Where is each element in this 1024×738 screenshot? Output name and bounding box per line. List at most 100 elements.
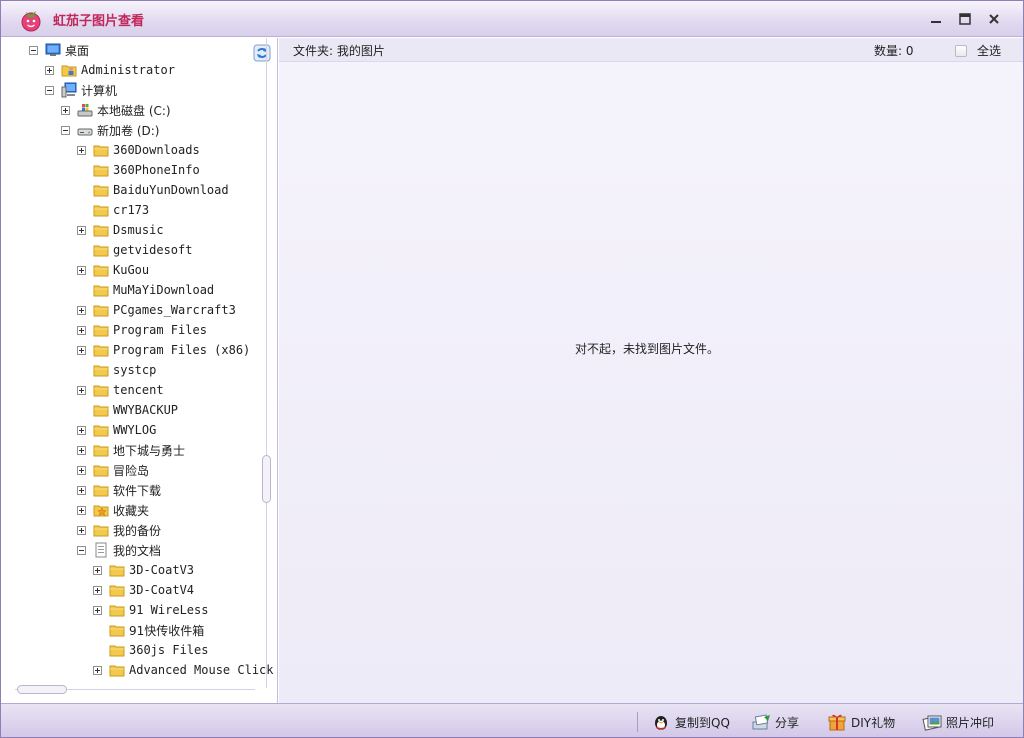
tree-item-label: WWYLOG [113,423,157,437]
computer-icon [61,82,77,98]
expand-plus-icon[interactable] [77,385,86,395]
tree-item[interactable]: tencent [77,380,164,400]
tree-item-label: Administrator [81,63,175,77]
expand-plus-icon[interactable] [77,145,86,155]
tree-item-label: 我的备份 [113,523,162,538]
photo-print-button[interactable]: 照片冲印 [922,712,994,732]
folder-icon [93,365,109,377]
tree-item[interactable]: BaiduYunDownload [77,180,229,200]
user-folder-icon [61,65,77,77]
collapse-minus-icon[interactable] [29,45,38,55]
expand-plus-icon[interactable] [77,525,86,535]
tree-item[interactable]: 91 WireLess [93,600,208,620]
expand-plus-icon[interactable] [93,605,102,615]
tree-item[interactable]: 360PhoneInfo [77,160,200,180]
tree-item[interactable]: getvidesoft [77,240,192,260]
expand-plus-icon[interactable] [45,65,54,75]
tree-item[interactable]: Program Files (x86) [77,340,250,360]
tomato-logo-icon [21,11,41,32]
expand-plus-icon[interactable] [61,105,70,115]
tree-item[interactable]: 360Downloads [77,140,200,160]
tree-item[interactable]: cr173 [77,200,149,220]
copy-to-qq-button[interactable]: 复制到QQ [651,712,730,732]
tree-item[interactable]: KuGou [77,260,149,280]
diy-gift-button[interactable]: DIY礼物 [827,712,895,732]
horizontal-scrollbar-thumb[interactable] [17,685,67,694]
checkbox-icon[interactable] [955,44,967,57]
empty-message: 对不起，未找到图片文件。 [575,342,720,356]
tree-item-label: 3D-CoatV4 [129,583,195,597]
expand-plus-icon[interactable] [77,305,86,315]
tree-item[interactable]: 3D-CoatV4 [93,580,194,600]
favorites-folder-icon [93,505,109,517]
title-bar: 虹茄子图片查看 [1,1,1023,37]
share-button[interactable]: 分享 [751,712,799,732]
tree-item[interactable]: 计算机 [45,80,117,100]
vertical-scrollbar-thumb[interactable] [262,455,271,503]
refresh-icon[interactable] [253,44,271,62]
tree-item[interactable]: WWYLOG [77,420,156,440]
tree-item[interactable]: 本地磁盘 (C:) [61,100,171,120]
tree-item-label: 软件下载 [113,483,162,498]
tree-item[interactable]: 新加卷 (D:) [61,120,159,140]
tree-item[interactable]: systcp [77,360,156,380]
documents-folder-icon [95,542,107,558]
expand-plus-icon[interactable] [77,325,86,335]
folder-icon [93,525,109,537]
qq-penguin-icon [655,716,667,730]
tree-item[interactable]: Administrator [45,60,175,80]
folder-icon [93,285,109,297]
expand-plus-icon[interactable] [77,425,86,435]
tree-item[interactable]: 收藏夹 [77,500,149,520]
expand-plus-icon[interactable] [93,585,102,595]
select-all-checkbox[interactable]: 全选 [955,42,1001,59]
tree-item[interactable]: 360js Files [93,640,208,660]
maximize-button[interactable] [954,9,976,29]
expand-plus-icon[interactable] [77,505,86,515]
tree-item[interactable]: 地下城与勇士 [77,440,185,460]
expand-plus-icon[interactable] [77,485,86,495]
collapse-minus-icon[interactable] [61,125,70,135]
tree-item[interactable]: 桌面 [29,40,89,60]
tree-item[interactable]: 我的备份 [77,520,161,540]
tree-item[interactable]: WWYBACKUP [77,400,178,420]
folder-icon [109,585,125,597]
tree-item[interactable]: PCgames_Warcraft3 [77,300,236,320]
tree-item-label: tencent [113,383,164,397]
content-header: 文件夹: 我的图片 数量: 0 全选 [279,38,1023,62]
close-button[interactable] [983,9,1005,29]
toolbar-divider [637,712,638,732]
tree-item-label: WWYBACKUP [113,403,179,417]
tree-item[interactable]: 冒险岛 [77,460,149,480]
expand-plus-icon[interactable] [77,265,86,275]
collapse-minus-icon[interactable] [77,545,86,555]
tree-item-label: 地下城与勇士 [113,443,186,458]
tree-item-label: Program Files (x86) [113,343,251,357]
expand-plus-icon[interactable] [93,665,102,675]
expand-plus-icon[interactable] [77,345,86,355]
expand-plus-icon[interactable] [93,565,102,575]
collapse-minus-icon[interactable] [45,85,54,95]
tree-item[interactable]: Dsmusic [77,220,164,240]
folder-icon [109,605,125,617]
tree-item[interactable]: 软件下载 [77,480,161,500]
share-label: 分享 [775,715,800,730]
tree-item-label: cr173 [113,203,150,217]
folder-icon [93,385,109,397]
tree-item[interactable]: 3D-CoatV3 [93,560,194,580]
expand-plus-icon[interactable] [77,465,86,475]
folder-icon [109,625,125,637]
copy-to-qq-label: 复制到QQ [675,715,730,730]
tree-item[interactable]: Program Files [77,320,207,340]
expand-plus-icon[interactable] [77,445,86,455]
folder-icon [93,465,109,477]
minimize-button[interactable] [925,9,947,29]
tree-item-label: Dsmusic [113,223,164,237]
tree-item[interactable]: 91快传收件箱 [93,620,204,640]
tree-item[interactable]: 我的文档 [77,540,161,560]
tree-item[interactable]: Advanced Mouse Click [93,660,274,680]
expand-plus-icon[interactable] [77,225,86,235]
tree-item-label: systcp [113,363,157,377]
folder-tree-panel: 桌面 Administrator 计算机 本地磁盘 (C:) 新加卷 (D:) 360Do… [1,38,278,703]
tree-item[interactable]: MuMaYiDownload [77,280,214,300]
